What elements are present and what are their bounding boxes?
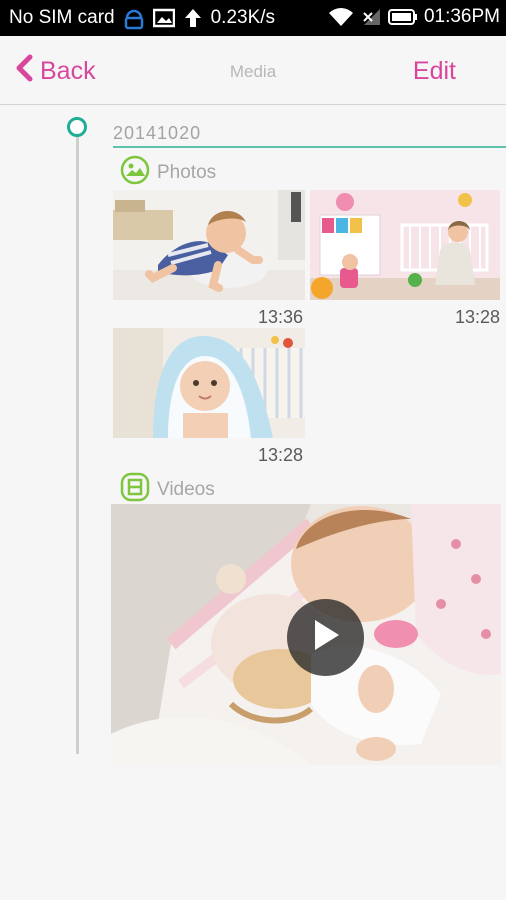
status-bar: No SIM card 0.23K/s 01:36PM [0,0,506,36]
clock: 01:36PM [423,6,500,27]
photo-thumbnail[interactable] [113,328,305,438]
photos-label: Photos [157,162,217,183]
photo-thumbnail[interactable] [310,190,500,300]
play-button[interactable] [287,599,364,676]
image-icon [152,8,175,28]
photo-thumbnail[interactable] [113,190,305,300]
nav-bar: Back Media Edit [0,36,506,105]
edit-button[interactable]: Edit [413,57,456,86]
date-divider [113,146,506,148]
photo-time: 13:28 [454,307,500,327]
date-header: 20141020 [113,123,202,143]
photo-time: 13:36 [257,307,303,327]
signal-icon [360,7,382,27]
videos-section-header: Videos [120,472,215,508]
vpn-lock-icon [123,6,145,30]
videos-label: Videos [157,479,215,500]
photos-section-header: Photos [120,155,216,191]
photo-icon [120,155,150,191]
network-speed: 0.23K/s [210,7,276,28]
timeline-node [67,117,87,137]
upload-arrow-icon [183,7,203,29]
carrier-label: No SIM card [9,7,115,28]
battery-icon [387,8,418,26]
video-icon [120,472,150,508]
play-icon [311,618,341,657]
timeline-line [76,134,79,754]
wifi-icon [328,6,354,28]
photo-time: 13:28 [257,445,303,465]
